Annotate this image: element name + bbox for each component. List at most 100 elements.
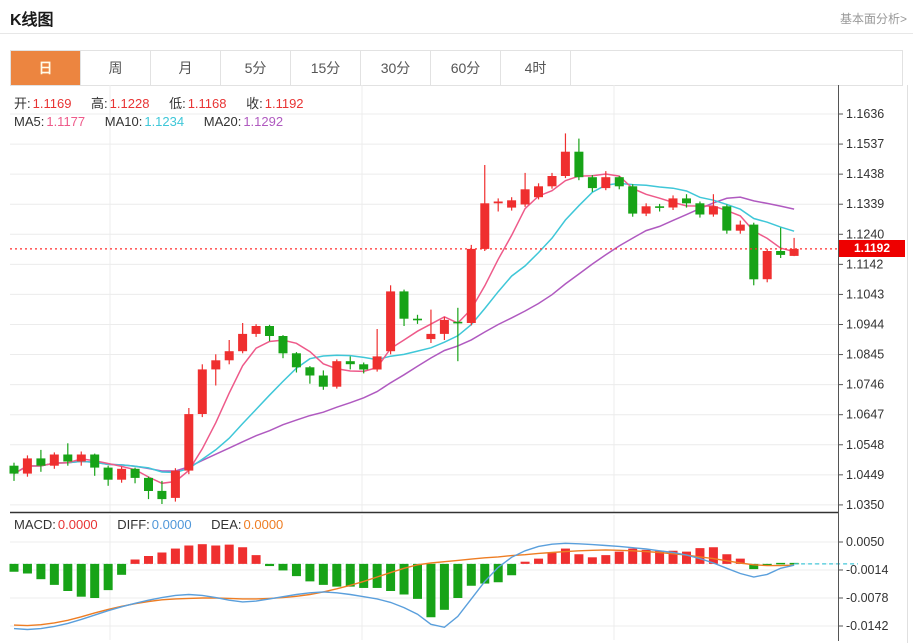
candle <box>763 251 772 279</box>
low-label: 低: <box>169 96 186 111</box>
candle <box>534 186 543 197</box>
candle <box>736 225 745 231</box>
candle <box>292 353 301 367</box>
macd-bar <box>332 564 341 587</box>
macd-legend: MACD:0.0000 DIFF:0.0000 DEA:0.0000 <box>14 517 299 532</box>
candle <box>588 177 597 188</box>
macd-bar <box>77 564 86 597</box>
macd-bar <box>238 547 247 564</box>
candle <box>50 455 59 466</box>
close-label: 收: <box>246 96 263 111</box>
candle <box>682 198 691 203</box>
macd-bar <box>131 560 140 564</box>
y-axis-label: -0.0078 <box>846 591 888 605</box>
macd-bar <box>63 564 72 591</box>
candle <box>238 334 247 351</box>
macd-bar <box>90 564 99 598</box>
macd-bar <box>467 564 476 586</box>
macd-bar <box>319 564 328 585</box>
macd-bar <box>601 555 610 564</box>
y-axis-label: 1.1142 <box>846 257 883 271</box>
candle <box>117 469 126 480</box>
candle <box>332 361 341 387</box>
candle <box>453 322 462 324</box>
candle <box>722 206 731 230</box>
candle <box>426 334 435 339</box>
macd-bar <box>615 552 624 564</box>
open-value: 1.1169 <box>33 96 72 111</box>
macd-bar <box>171 549 180 564</box>
y-axis-label: 0.0050 <box>846 535 884 549</box>
candle <box>359 364 368 369</box>
macd-bar <box>292 564 301 576</box>
right-border <box>907 85 908 643</box>
candle <box>749 225 758 280</box>
ma5-line <box>14 174 794 483</box>
macd-bar <box>453 564 462 598</box>
macd-bar <box>426 564 435 617</box>
candle <box>521 189 530 204</box>
candle <box>601 177 610 188</box>
macd-bar <box>521 562 530 564</box>
macd-bar <box>104 564 113 590</box>
candle <box>709 206 718 214</box>
candle <box>790 249 799 256</box>
macd-value: 0.0000 <box>58 517 98 532</box>
candle <box>574 152 583 178</box>
candle <box>386 291 395 351</box>
y-axis-label: 1.0350 <box>846 498 884 512</box>
diff-value: 0.0000 <box>152 517 192 532</box>
macd-bar <box>279 564 288 571</box>
macd-bar <box>682 552 691 564</box>
candle <box>346 361 355 364</box>
macd-bar <box>23 564 32 574</box>
y-axis-label: 1.1339 <box>846 197 884 211</box>
candle <box>319 376 328 387</box>
macd-bar <box>413 564 422 599</box>
macd-bar <box>548 553 557 564</box>
candle <box>507 200 516 207</box>
candle <box>480 203 489 249</box>
y-axis-label: 1.0845 <box>846 348 884 362</box>
dea-value: 0.0000 <box>244 517 284 532</box>
candle <box>776 251 785 255</box>
candle <box>548 176 557 186</box>
candle <box>642 206 651 213</box>
current-price-badge: 1.1192 <box>839 240 905 257</box>
candle <box>279 336 288 353</box>
y-axis-label: 1.1636 <box>846 107 884 121</box>
y-axis-label: 1.0746 <box>846 378 884 392</box>
candle <box>265 326 274 336</box>
candle <box>171 471 180 498</box>
y-axis-label: 1.0548 <box>846 438 884 452</box>
macd-bar <box>10 564 19 572</box>
candle <box>211 360 220 369</box>
macd-bar <box>225 545 234 564</box>
candle <box>252 326 261 334</box>
candle <box>561 152 570 176</box>
candle <box>104 468 113 480</box>
y-axis-label: 1.0449 <box>846 468 884 482</box>
y-axis-label: 1.0944 <box>846 317 884 331</box>
y-axis-label: 1.1043 <box>846 287 884 301</box>
y-axis-label: 1.0647 <box>846 408 884 422</box>
macd-bar <box>265 564 274 566</box>
ma20-value: 1.1292 <box>243 114 283 129</box>
candle <box>225 351 234 360</box>
y-axis-label: -0.0142 <box>846 619 888 633</box>
high-label: 高: <box>91 96 108 111</box>
macd-bar <box>252 555 261 564</box>
candle <box>695 203 704 214</box>
macd-label: MACD: <box>14 517 56 532</box>
macd-bar <box>386 564 395 591</box>
ohlc-legend: 开:1.1169 高:1.1228 低:1.1168 收:1.1192 <box>14 93 320 112</box>
ma5-value: 1.1177 <box>46 114 85 129</box>
macd-bar <box>198 544 207 564</box>
candle <box>36 458 45 465</box>
low-value: 1.1168 <box>188 96 227 111</box>
candle <box>77 455 86 462</box>
candle <box>628 186 637 213</box>
candle <box>467 249 476 323</box>
candle <box>90 455 99 468</box>
candle <box>494 202 503 204</box>
